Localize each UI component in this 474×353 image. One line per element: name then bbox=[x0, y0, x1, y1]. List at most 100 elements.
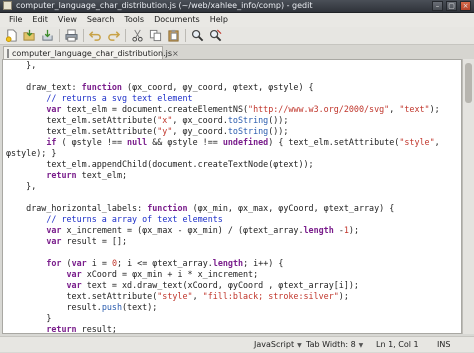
insert-mode: INS bbox=[437, 340, 451, 349]
undo-icon[interactable] bbox=[88, 29, 102, 43]
language-selector[interactable]: JavaScript ▼ bbox=[254, 337, 302, 353]
menu-edit[interactable]: Edit bbox=[27, 13, 53, 27]
code-token: var bbox=[46, 236, 62, 246]
code-editor[interactable]: }, draw_text: function (φx_coord, φy_coo… bbox=[2, 59, 462, 334]
code-line: for (var i = 0; i <= φtext_array.length;… bbox=[6, 258, 440, 269]
code-token: result. bbox=[6, 302, 102, 312]
window-titlebar[interactable]: computer_language_char_distribution.js (… bbox=[0, 0, 474, 13]
code-token: for bbox=[46, 258, 62, 268]
code-token: , φx_coord. bbox=[172, 115, 228, 125]
document-icon bbox=[7, 48, 9, 58]
redo-icon[interactable] bbox=[106, 29, 120, 43]
code-token: (text); bbox=[121, 302, 158, 312]
toolbar-separator bbox=[83, 29, 84, 42]
code-token: (φx_min, φx_max, φyCoord, φtext_array) { bbox=[187, 203, 395, 213]
tab-width-selector[interactable]: Tab Width: 8 ▼ bbox=[306, 337, 363, 353]
code-token: push bbox=[101, 302, 122, 312]
code-line: text_elm.appendChild(document.createText… bbox=[6, 159, 440, 170]
menu-help[interactable]: Help bbox=[205, 13, 233, 27]
code-token: return bbox=[46, 170, 77, 180]
code-token: result; bbox=[76, 324, 117, 334]
menu-view[interactable]: View bbox=[53, 13, 82, 27]
code-token: ); bbox=[338, 291, 349, 301]
document-tab-label: computer_language_char_distribution.js bbox=[12, 48, 173, 58]
code-token: length bbox=[303, 225, 334, 235]
code-content[interactable]: }, draw_text: function (φx_coord, φy_coo… bbox=[6, 60, 440, 334]
code-token: , φy_coord. bbox=[172, 126, 228, 136]
code-line: text_elm.setAttribute("y", φy_coord.toSt… bbox=[6, 126, 440, 137]
code-token: var bbox=[46, 225, 62, 235]
search-replace-icon[interactable] bbox=[208, 29, 222, 43]
code-token: ; i++) { bbox=[243, 258, 284, 268]
new-document-icon[interactable] bbox=[4, 29, 18, 43]
code-token: ); bbox=[429, 104, 440, 114]
code-line: }, bbox=[6, 181, 440, 192]
code-token: null bbox=[127, 137, 148, 147]
code-token: ) { text_elm.setAttribute( bbox=[268, 137, 400, 147]
menu-search[interactable]: Search bbox=[82, 13, 119, 27]
code-token: "fill:black; stroke:silver" bbox=[202, 291, 339, 301]
code-token: var bbox=[46, 104, 62, 114]
scrollbar-thumb[interactable] bbox=[465, 63, 472, 103]
code-token: ; i <= φtext_array. bbox=[116, 258, 213, 268]
code-line: result.push(text); bbox=[6, 302, 440, 313]
copy-icon[interactable] bbox=[148, 29, 162, 43]
code-line: if ( φstyle !== null && φstyle !== undef… bbox=[6, 137, 440, 148]
code-line: } bbox=[6, 313, 440, 324]
code-line: draw_horizontal_labels: function (φx_min… bbox=[6, 203, 440, 214]
code-line: return result; bbox=[6, 324, 440, 334]
print-icon[interactable] bbox=[64, 29, 78, 43]
close-window-icon[interactable]: × bbox=[460, 1, 471, 11]
code-line: var result = []; bbox=[6, 236, 440, 247]
document-tabbar: computer_language_char_distribution.js × bbox=[0, 45, 474, 59]
document-tab[interactable]: computer_language_char_distribution.js × bbox=[3, 46, 179, 59]
menu-tools[interactable]: Tools bbox=[119, 13, 149, 27]
code-line: φstyle); } bbox=[6, 148, 440, 159]
toolbar-separator bbox=[125, 29, 126, 42]
code-token: φstyle); } bbox=[6, 148, 57, 158]
code-token: undefined bbox=[222, 137, 269, 147]
code-token: (φx_coord, φy_coord, φtext, φstyle) { bbox=[121, 82, 314, 92]
minimize-icon[interactable]: – bbox=[432, 1, 443, 11]
open-icon[interactable] bbox=[22, 29, 36, 43]
code-line: text_elm.setAttribute("x", φx_coord.toSt… bbox=[6, 115, 440, 126]
code-line: draw_text: function (φx_coord, φy_coord,… bbox=[6, 82, 440, 93]
code-token: }, bbox=[6, 181, 37, 191]
maximize-icon[interactable]: ▢ bbox=[446, 1, 457, 11]
cut-icon[interactable] bbox=[130, 29, 144, 43]
code-token: // returns a array of text elements bbox=[46, 214, 223, 224]
code-token: , bbox=[389, 104, 400, 114]
close-tab-icon[interactable]: × bbox=[172, 49, 179, 58]
code-token: draw_text: bbox=[6, 82, 82, 92]
code-token: "x" bbox=[157, 115, 173, 125]
save-icon[interactable] bbox=[40, 29, 54, 43]
code-token: // returns a svg text element bbox=[46, 93, 193, 103]
code-token: text_elm.setAttribute( bbox=[6, 126, 158, 136]
chevron-down-icon: ▼ bbox=[297, 342, 302, 349]
vertical-scrollbar[interactable] bbox=[462, 59, 474, 334]
code-token: draw_horizontal_labels: bbox=[6, 203, 148, 213]
menu-file[interactable]: File bbox=[4, 13, 27, 27]
toolbar bbox=[0, 27, 474, 45]
code-line: var text = xd.draw_text(xCoord, φyCoord … bbox=[6, 280, 440, 291]
code-token: } bbox=[6, 313, 52, 323]
menu-documents[interactable]: Documents bbox=[149, 13, 205, 27]
code-line: text.setAttribute("style", "fill:black; … bbox=[6, 291, 440, 302]
code-token: ()); bbox=[268, 115, 289, 125]
paste-icon[interactable] bbox=[166, 29, 180, 43]
code-token: , bbox=[434, 137, 440, 147]
code-token: i = bbox=[86, 258, 112, 268]
code-token: "style" bbox=[157, 291, 193, 301]
code-token: toString bbox=[227, 126, 269, 136]
code-token: ( φstyle !== bbox=[56, 137, 128, 147]
search-icon[interactable] bbox=[190, 29, 204, 43]
code-token: var bbox=[71, 258, 87, 268]
